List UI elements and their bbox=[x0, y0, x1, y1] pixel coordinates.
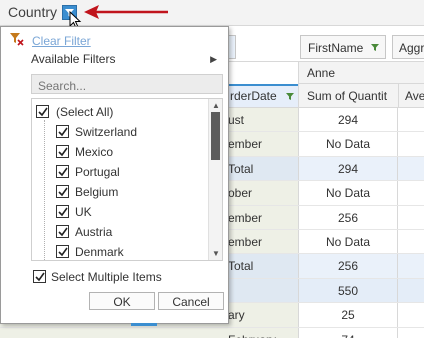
filter-item[interactable]: Austria bbox=[32, 222, 208, 242]
field-firstname[interactable]: FirstName bbox=[300, 35, 386, 59]
country-field-label[interactable]: Country bbox=[8, 4, 57, 20]
sum-quantity-cell[interactable]: No Data bbox=[298, 229, 398, 254]
checkmark-icon bbox=[58, 127, 68, 137]
average-cell[interactable] bbox=[398, 328, 424, 338]
callout-arrow-icon bbox=[84, 5, 168, 19]
scroll-up-icon[interactable]: ▲ bbox=[212, 101, 220, 110]
filter-item-label: Austria bbox=[75, 225, 113, 239]
funnel-icon[interactable] bbox=[371, 44, 379, 51]
clear-filter-link[interactable]: Clear Filter bbox=[7, 31, 207, 49]
row-header-label: Total bbox=[228, 259, 254, 274]
average-cell[interactable] bbox=[398, 278, 424, 303]
filter-item[interactable]: Mexico bbox=[32, 142, 208, 162]
checkmark-icon bbox=[58, 147, 68, 157]
field-aggregate[interactable]: Aggr bbox=[392, 35, 424, 59]
orderdate-header[interactable]: rderDate bbox=[228, 84, 298, 107]
pivot-filter-header: Country bbox=[0, 0, 424, 29]
filter-item-checkbox[interactable] bbox=[56, 145, 69, 158]
filter-search-input[interactable] bbox=[31, 74, 223, 94]
filter-item-checkbox[interactable] bbox=[56, 165, 69, 178]
row-header-label: ember bbox=[228, 137, 263, 152]
sum-quantity-cell[interactable]: No Data bbox=[298, 132, 398, 156]
filter-item-checkbox[interactable] bbox=[56, 125, 69, 138]
orderdate-header-label: rderDate bbox=[230, 89, 277, 103]
select-multiple-checkbox[interactable] bbox=[33, 270, 46, 283]
row-header-label: ust bbox=[228, 113, 245, 127]
checkmark-icon bbox=[35, 272, 45, 282]
sum-quantity-cell[interactable]: No Data bbox=[298, 181, 398, 205]
sum-quantity-cell[interactable]: 74 bbox=[298, 327, 398, 338]
filter-item[interactable]: UK bbox=[32, 202, 208, 222]
average-cell[interactable] bbox=[398, 181, 424, 204]
clear-filter-icon bbox=[10, 33, 24, 46]
cancel-button[interactable]: Cancel bbox=[158, 292, 224, 310]
filter-item-checkbox[interactable] bbox=[56, 185, 69, 198]
filter-item[interactable]: Belgium bbox=[32, 182, 208, 202]
scroll-down-icon[interactable]: ▼ bbox=[212, 249, 220, 258]
filter-item-label: Switzerland bbox=[75, 125, 138, 139]
filter-item-label: Belgium bbox=[75, 185, 119, 199]
select-all-item[interactable]: (Select All) bbox=[32, 102, 208, 122]
row-header-label: ember bbox=[228, 210, 263, 225]
filter-item-label: Denmark bbox=[75, 245, 124, 259]
average-cell[interactable] bbox=[398, 132, 424, 155]
checkmark-icon bbox=[58, 247, 68, 257]
funnel-icon[interactable] bbox=[286, 93, 294, 100]
select-all-checkbox[interactable] bbox=[36, 105, 49, 118]
checkmark-icon bbox=[58, 227, 68, 237]
average-cell[interactable] bbox=[398, 230, 424, 253]
field-aggregate-label: Aggr bbox=[399, 41, 424, 55]
row-header-label: ober bbox=[228, 186, 253, 201]
sum-quantity-header[interactable]: Sum of Quantit bbox=[298, 84, 398, 107]
row-header-label: ary bbox=[228, 308, 245, 323]
average-header[interactable]: Ave bbox=[398, 84, 424, 107]
select-multiple-option[interactable]: Select Multiple Items bbox=[31, 268, 223, 286]
select-multiple-label: Select Multiple Items bbox=[51, 270, 162, 284]
average-cell[interactable] bbox=[398, 303, 424, 326]
select-all-label: (Select All) bbox=[56, 105, 114, 119]
sum-quantity-cell[interactable]: 294 bbox=[298, 156, 398, 181]
filter-item-checkbox[interactable] bbox=[56, 225, 69, 238]
sum-quantity-cell[interactable]: 25 bbox=[298, 303, 398, 327]
filter-item[interactable]: Denmark bbox=[32, 242, 208, 260]
list-scrollbar[interactable]: ▲ ▼ bbox=[208, 99, 222, 260]
sum-quantity-cell[interactable]: 256 bbox=[298, 205, 398, 229]
average-cell[interactable] bbox=[398, 206, 424, 229]
filter-item-checkbox[interactable] bbox=[56, 245, 69, 258]
average-cell[interactable] bbox=[398, 254, 424, 278]
field-header-partial bbox=[228, 35, 236, 59]
filter-item[interactable]: Portugal bbox=[32, 162, 208, 182]
checkmark-icon bbox=[58, 187, 68, 197]
sum-quantity-cell[interactable]: 550 bbox=[298, 278, 398, 303]
filter-value-list: (Select All) Switzerland Mexico Portugal Be… bbox=[31, 98, 223, 261]
checkmark-icon bbox=[58, 167, 68, 177]
available-filters-menu[interactable]: Available Filters ▶ bbox=[31, 52, 223, 70]
filter-item-label: Portugal bbox=[75, 165, 120, 179]
checkmark-icon bbox=[38, 107, 48, 117]
field-firstname-label: FirstName bbox=[308, 41, 364, 55]
checkmark-icon bbox=[58, 207, 68, 217]
filter-popup: Clear Filter Available Filters ▶ (Select… bbox=[0, 26, 229, 326]
sum-quantity-cell[interactable]: 294 bbox=[298, 108, 398, 132]
column-header-anne[interactable]: Anne bbox=[298, 62, 424, 84]
column-header-row: rderDate Sum of Quantit Ave bbox=[228, 84, 424, 108]
chevron-right-icon: ▶ bbox=[210, 54, 217, 64]
sum-quantity-cell[interactable]: 256 bbox=[298, 254, 398, 278]
table-row: February 74 bbox=[0, 327, 424, 338]
available-filters-label: Available Filters bbox=[31, 52, 116, 66]
pivot-field-area: FirstName Aggr bbox=[228, 32, 424, 62]
filter-item[interactable]: Switzerland bbox=[32, 122, 208, 142]
row-header-label: ember bbox=[228, 234, 263, 249]
row-header-label: February bbox=[228, 333, 276, 338]
ok-button[interactable]: OK bbox=[89, 292, 155, 310]
popup-resize-grip[interactable] bbox=[131, 323, 157, 326]
clear-filter-label: Clear Filter bbox=[32, 34, 91, 48]
scrollbar-thumb[interactable] bbox=[211, 112, 220, 160]
average-cell[interactable] bbox=[398, 108, 424, 131]
filter-item-label: UK bbox=[75, 205, 92, 219]
average-cell[interactable] bbox=[398, 156, 424, 181]
filter-item-checkbox[interactable] bbox=[56, 205, 69, 218]
filter-item-label: Mexico bbox=[75, 145, 114, 159]
row-header-label: Total bbox=[228, 161, 254, 176]
